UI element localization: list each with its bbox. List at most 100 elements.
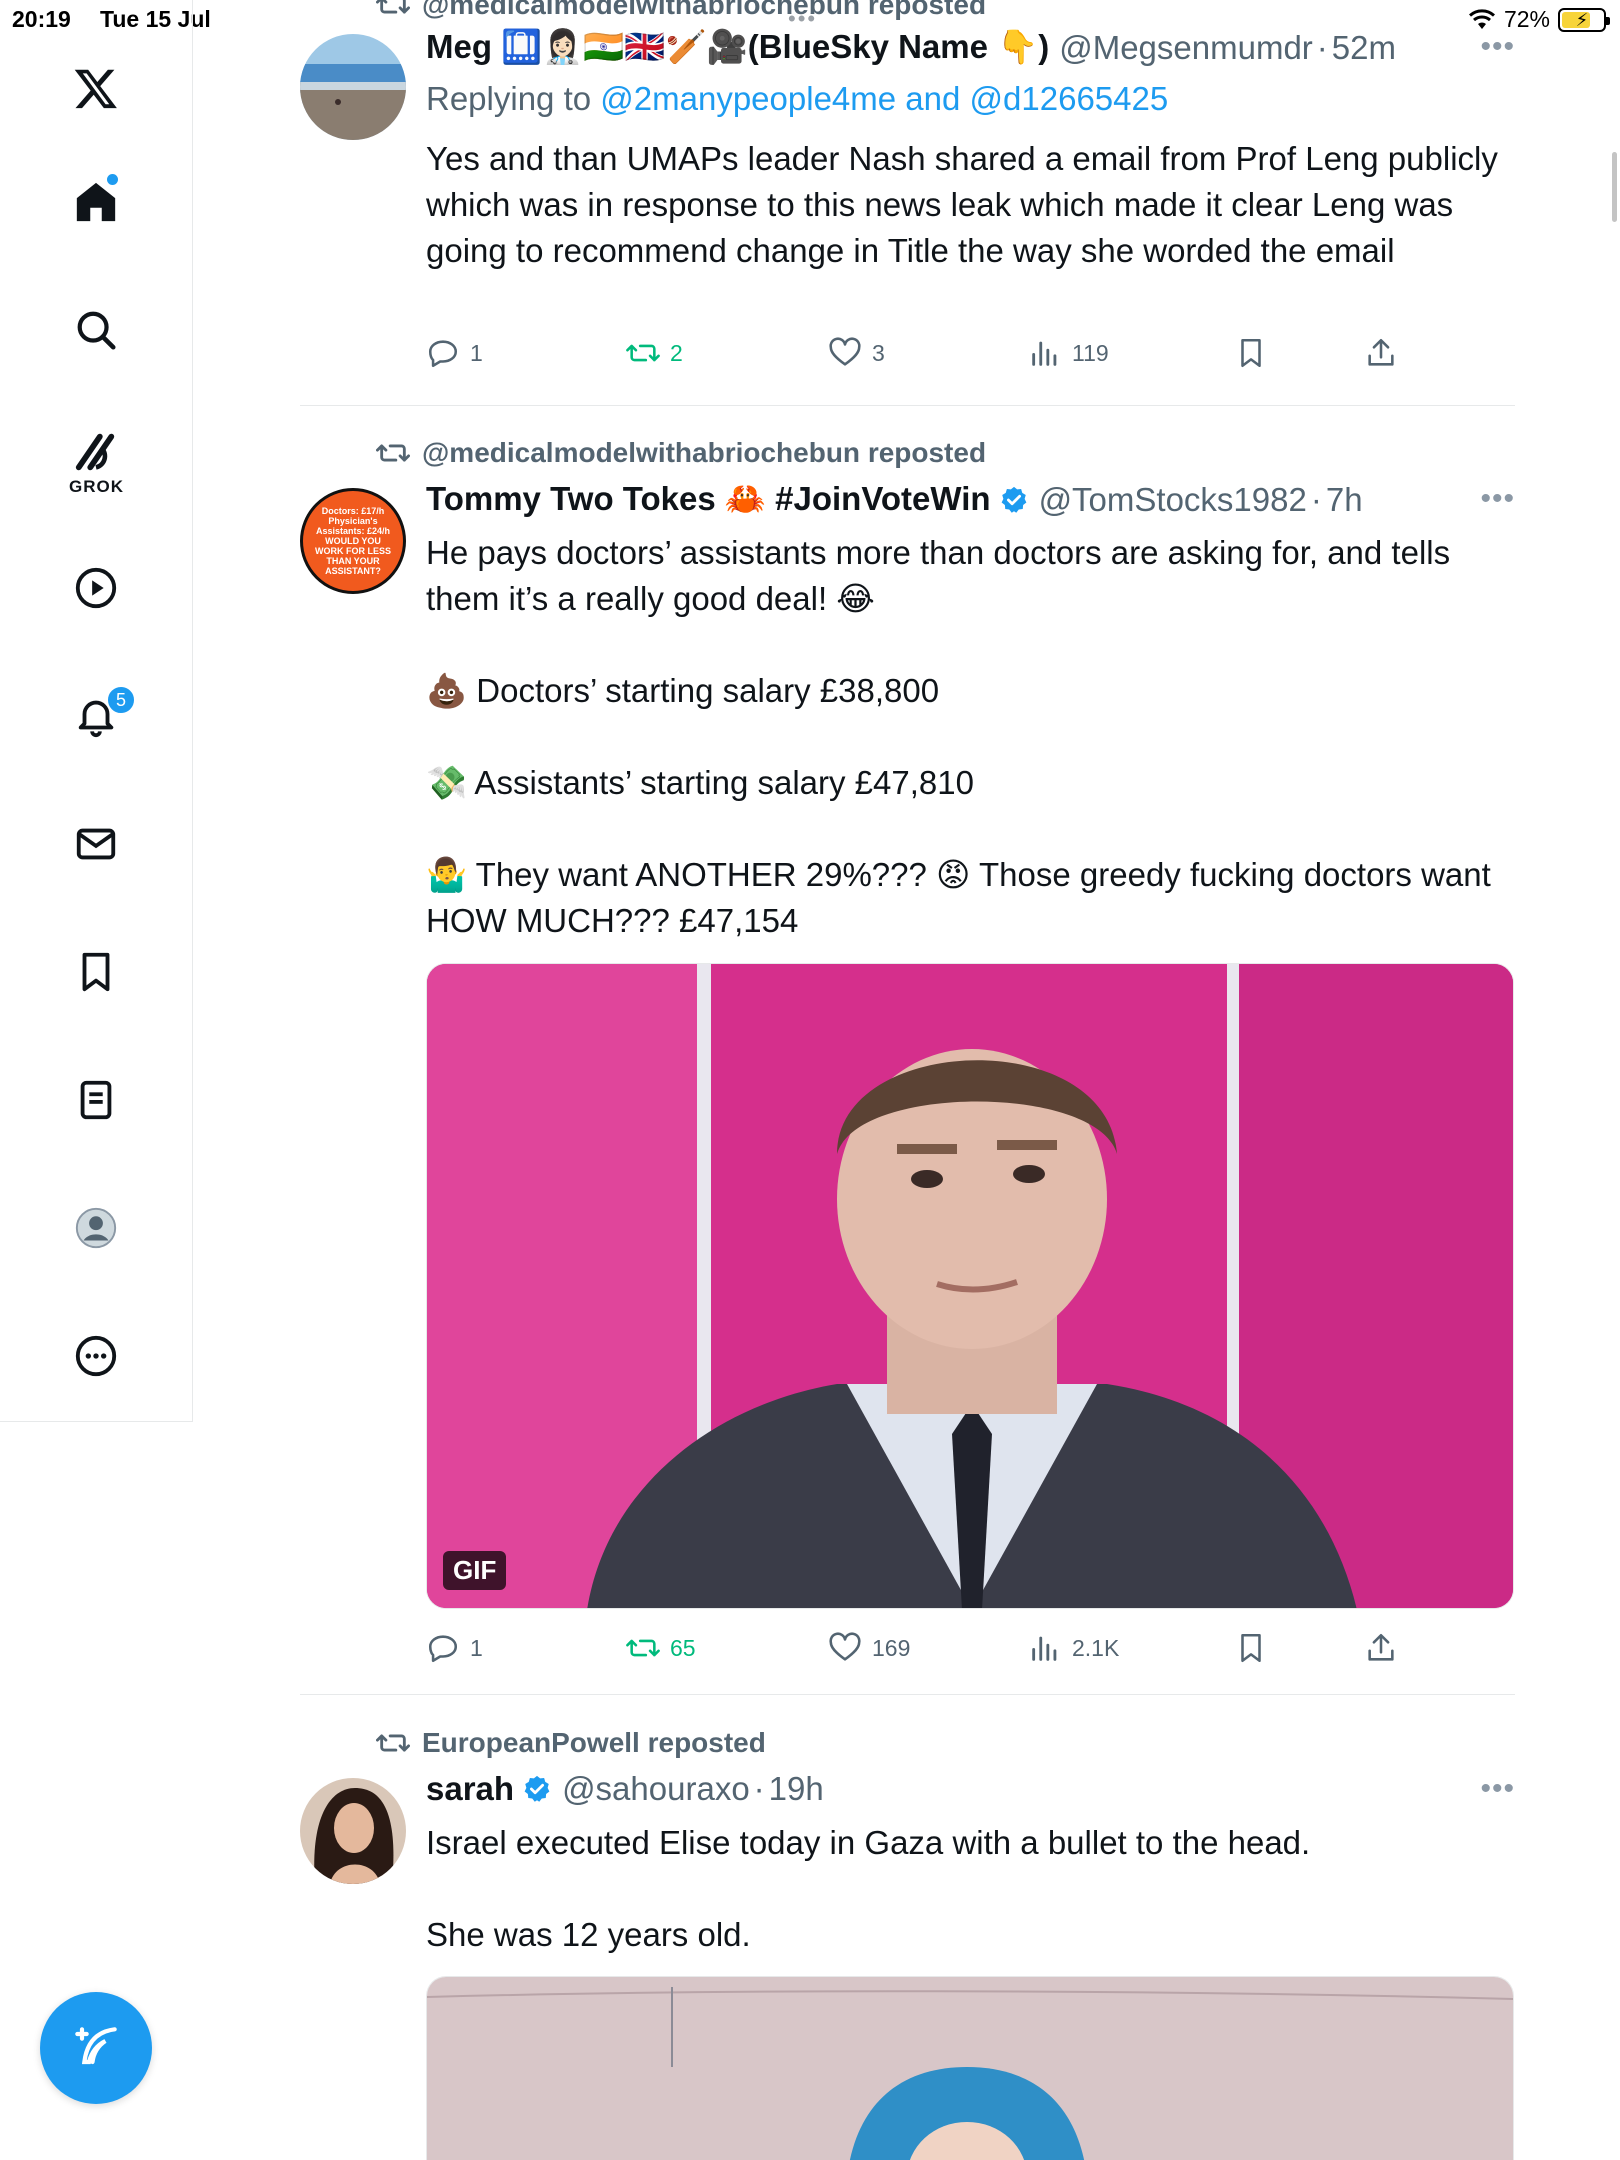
handle[interactable]: @Megsenmumdr (1059, 29, 1313, 67)
view-count: 2.1K (1072, 1634, 1120, 1661)
views-icon (1032, 341, 1057, 366)
reply-and: and (905, 80, 961, 117)
avatar[interactable] (300, 1778, 406, 1884)
repost-count: 65 (670, 1634, 696, 1661)
replying-to: Replying to @2manypeople4me and @d126654… (426, 80, 1168, 118)
bookmark-icon (1241, 338, 1261, 368)
compose-button[interactable] (40, 1992, 152, 2104)
like-button[interactable]: 169 (828, 1631, 910, 1665)
repost-button[interactable]: 65 (626, 1631, 696, 1665)
repost-icon (626, 1639, 660, 1657)
handle[interactable]: @sahouraxo (562, 1770, 750, 1808)
repost-icon (376, 0, 410, 14)
views-button[interactable]: 2.1K (1028, 1631, 1119, 1665)
display-name[interactable]: Tommy Two Tokes 🦀 #JoinVoteWin (426, 480, 991, 519)
x-logo-icon[interactable] (64, 56, 128, 120)
separator-dot: · (1310, 480, 1322, 518)
reply-button[interactable]: 1 (426, 336, 483, 370)
avatar[interactable]: Doctors: £17/h Physician's Assistants: £… (300, 488, 406, 594)
tweet-media-image[interactable] (426, 1976, 1514, 2160)
status-indicators: 72% ⚡ (1468, 6, 1610, 33)
avatar-text: Doctors: £17/h Physician's Assistants: £… (315, 506, 391, 576)
divider (300, 1694, 1515, 1695)
tweet-media-gif[interactable]: GIF (426, 963, 1514, 1609)
battery-icon: ⚡ (1558, 7, 1610, 32)
share-icon (1368, 1633, 1394, 1661)
bookmark-button[interactable] (1234, 1631, 1268, 1665)
grok-icon[interactable] (64, 420, 128, 484)
repost-icon (626, 344, 660, 362)
verified-badge-icon (524, 1775, 550, 1802)
scrollbar[interactable] (1612, 152, 1617, 222)
separator-dot: · (753, 1770, 765, 1807)
repost-context: @medicalmodelwithabriochebun reposted (376, 0, 986, 22)
display-name[interactable]: sarah (426, 1770, 514, 1808)
compose-quill-icon (75, 2027, 117, 2065)
display-name[interactable]: Meg 🛄👩🏻‍⚕️🇮🇳🇬🇧🏏🎥(BlueSky Name 👇) (426, 28, 1049, 67)
sidebar: GROK 5 (0, 0, 193, 1422)
video-icon[interactable] (64, 556, 128, 620)
handle[interactable]: @TomStocks1982 (1039, 481, 1307, 519)
grok-label: GROK (69, 477, 124, 496)
tweet-text: Israel executed Elise today in Gaza with… (426, 1824, 1311, 1953)
like-button[interactable]: 3 (828, 336, 885, 370)
repost-context: @medicalmodelwithabriochebun reposted (376, 436, 986, 470)
tweet-text: Yes and than UMAPs leader Nash shared a … (426, 140, 1498, 269)
home-icon[interactable] (64, 170, 128, 234)
repost-button[interactable]: 2 (626, 336, 683, 370)
tweet-image (427, 1977, 1513, 2160)
timestamp[interactable]: 7h (1326, 481, 1363, 519)
tweet-actions: 1 2 3 119 (426, 336, 1426, 376)
repost-by[interactable]: @medicalmodelwithabriochebun reposted (422, 437, 986, 469)
profile-icon[interactable] (64, 1196, 128, 1260)
share-button[interactable] (1364, 336, 1398, 370)
views-icon (1032, 1636, 1057, 1661)
repost-count: 2 (670, 339, 683, 366)
reply-count: 1 (470, 339, 483, 366)
tweet-text: He pays doctors’ assistants more than do… (426, 534, 1491, 939)
reply-user-link[interactable]: @2manypeople4me (600, 80, 896, 117)
home-unread-dot (107, 174, 118, 185)
heart-icon (829, 1632, 861, 1661)
repost-by[interactable]: EuropeanPowell reposted (422, 1727, 766, 1759)
reply-user-link[interactable]: @d12665425 (970, 80, 1169, 117)
repost-context: EuropeanPowell reposted (376, 1726, 766, 1760)
bookmark-icon[interactable] (64, 940, 128, 1004)
more-options-icon[interactable]: ••• (1480, 1772, 1515, 1806)
repost-icon (376, 1734, 410, 1752)
bookmark-icon (1241, 1633, 1261, 1663)
timestamp[interactable]: 52m (1332, 29, 1396, 67)
share-button[interactable] (1364, 1631, 1398, 1665)
reply-button[interactable]: 1 (426, 1631, 483, 1665)
repost-icon (376, 444, 410, 462)
views-button[interactable]: 119 (1028, 336, 1109, 370)
reply-icon (428, 1635, 458, 1663)
gif-image (427, 964, 1513, 1608)
separator-dot: · (1316, 28, 1328, 66)
reply-icon (428, 340, 458, 368)
notifications-badge: 5 (106, 685, 136, 715)
tweet-header: sarah @sahouraxo · 19h (426, 1770, 824, 1808)
repost-by[interactable]: @medicalmodelwithabriochebun reposted (422, 0, 986, 21)
like-count: 169 (872, 1634, 911, 1661)
more-icon[interactable] (64, 1324, 128, 1388)
heart-icon (829, 337, 861, 366)
share-icon (1368, 338, 1394, 366)
avatar[interactable] (300, 34, 406, 140)
timestamp[interactable]: 19h (769, 1770, 824, 1808)
like-count: 3 (872, 339, 885, 366)
search-icon[interactable] (64, 298, 128, 362)
view-count: 119 (1072, 339, 1109, 366)
mail-icon[interactable] (64, 812, 128, 876)
gif-label: GIF (443, 1551, 507, 1590)
tweet-header: Meg 🛄👩🏻‍⚕️🇮🇳🇬🇧🏏🎥(BlueSky Name 👇) @Megsen… (426, 28, 1396, 67)
more-options-icon[interactable]: ••• (1480, 30, 1515, 64)
more-options-icon[interactable]: ••• (1480, 482, 1515, 516)
reply-prefix: Replying to (426, 80, 592, 117)
bookmark-button[interactable] (1234, 336, 1268, 370)
reply-count: 1 (470, 1634, 483, 1661)
battery-percent: 72% (1503, 6, 1550, 32)
wifi-icon (1468, 8, 1495, 29)
lists-icon[interactable] (64, 1068, 128, 1132)
verified-badge-icon (1001, 486, 1026, 513)
